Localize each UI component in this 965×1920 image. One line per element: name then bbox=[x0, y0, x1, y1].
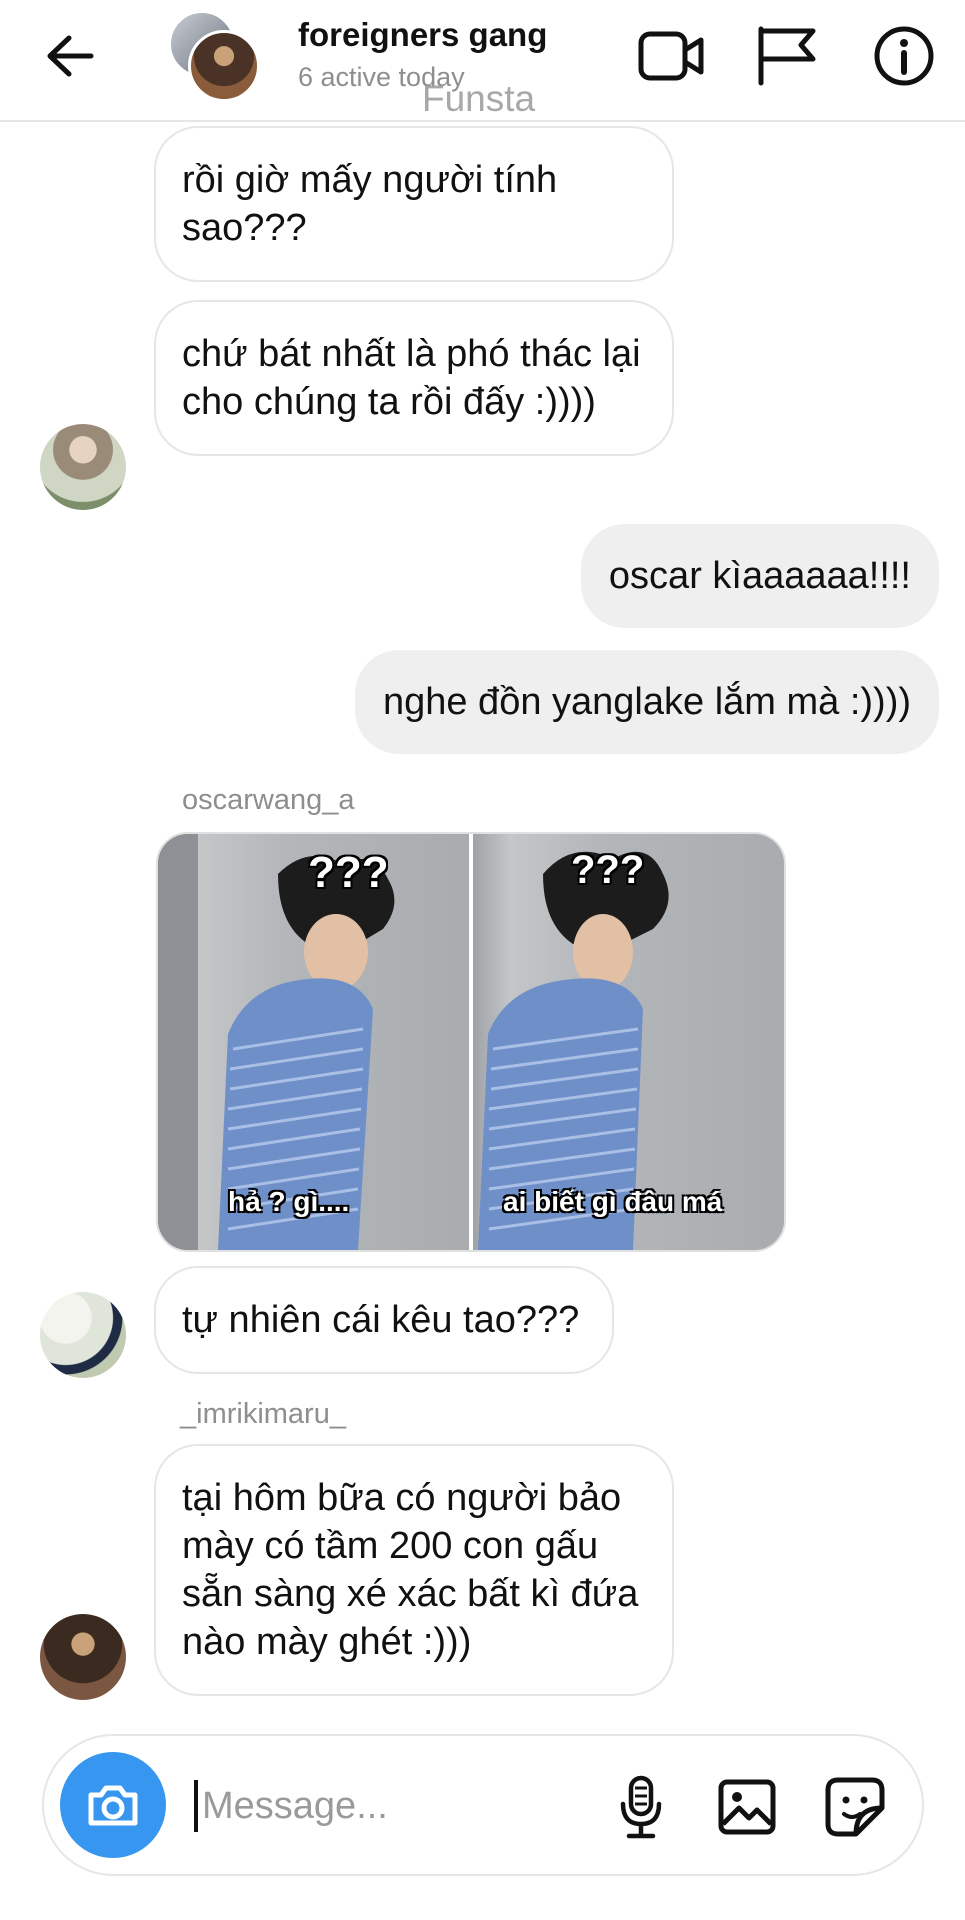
message-text: rồi giờ mấy người tính sao??? bbox=[182, 159, 558, 249]
message-bubble-incoming[interactable]: rồi giờ mấy người tính sao??? bbox=[154, 126, 674, 282]
sender-avatar[interactable] bbox=[40, 424, 126, 510]
message-bubble-incoming[interactable]: tự nhiên cái kêu tao??? bbox=[154, 1266, 614, 1374]
meme-panel-right: ??? ai biết gì đâu má bbox=[473, 834, 784, 1250]
sender-avatar[interactable] bbox=[40, 1292, 126, 1378]
message-bubble-outgoing[interactable]: oscar kìaaaaaa!!!! bbox=[580, 524, 939, 628]
microphone-icon[interactable] bbox=[604, 1770, 678, 1844]
meme-panel-left: ??? hả ? gì.... bbox=[158, 834, 469, 1250]
message-text: tự nhiên cái kêu tao??? bbox=[182, 1299, 580, 1341]
sender-avatar[interactable] bbox=[40, 1614, 126, 1700]
info-icon[interactable] bbox=[868, 20, 940, 92]
sender-username[interactable]: oscarwang_a bbox=[182, 784, 355, 817]
chat-title[interactable]: foreigners gang bbox=[298, 16, 547, 54]
message-text: tại hôm bữa có người bảo mày có tầm 200 … bbox=[182, 1477, 639, 1663]
message-input[interactable] bbox=[200, 1774, 584, 1838]
back-arrow-icon[interactable] bbox=[40, 28, 100, 84]
sender-username[interactable]: _imrikimaru_ bbox=[180, 1398, 346, 1431]
sticker-icon[interactable] bbox=[818, 1770, 892, 1844]
meme-caption-bottom-right: ai biết gì đâu má bbox=[503, 1186, 723, 1217]
flag-icon[interactable] bbox=[750, 20, 822, 92]
image-icon[interactable] bbox=[710, 1770, 784, 1844]
group-avatar[interactable] bbox=[168, 10, 260, 102]
text-cursor bbox=[194, 1780, 198, 1832]
message-text: nghe đồn yanglake lắm mà :)))) bbox=[382, 681, 911, 723]
message-bubble-outgoing[interactable]: nghe đồn yanglake lắm mà :)))) bbox=[354, 650, 939, 754]
meme-image[interactable]: ??? hả ? gì.... ??? ai biết gì đâu má bbox=[156, 832, 786, 1252]
message-text: chứ bát nhất là phó thác lại cho chúng t… bbox=[182, 333, 641, 423]
camera-icon[interactable] bbox=[60, 1752, 166, 1858]
video-camera-icon[interactable] bbox=[636, 20, 708, 92]
meme-caption-top-right: ??? bbox=[571, 848, 645, 892]
meme-caption-bottom-left: hả ? gì.... bbox=[228, 1186, 350, 1217]
message-text: oscar kìaaaaaa!!!! bbox=[608, 555, 911, 597]
watermark: Funsta bbox=[422, 78, 536, 119]
chat-header: foreigners gang 6 active today Funsta bbox=[0, 0, 965, 122]
message-bubble-incoming[interactable]: tại hôm bữa có người bảo mày có tầm 200 … bbox=[154, 1444, 674, 1696]
group-avatar-front bbox=[188, 30, 260, 102]
message-bubble-incoming[interactable]: chứ bát nhất là phó thác lại cho chúng t… bbox=[154, 300, 674, 456]
meme-caption-top-left: ??? bbox=[308, 848, 389, 897]
message-composer bbox=[42, 1734, 924, 1876]
